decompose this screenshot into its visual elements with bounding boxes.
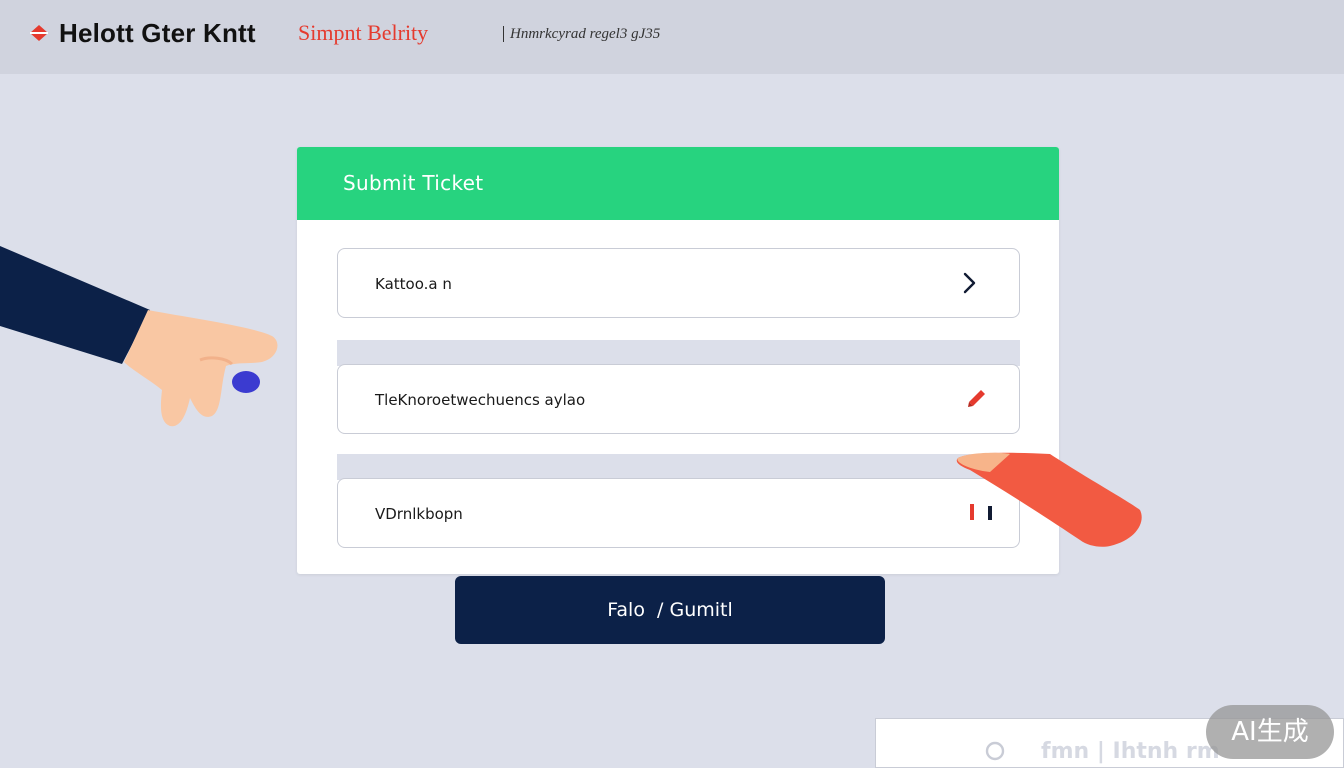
card-header: Submit Ticket	[297, 147, 1059, 220]
chevron-right-icon[interactable]	[958, 271, 982, 295]
field-separator-band	[337, 454, 1020, 480]
field-label: TleKnoroetwechuencs aylao	[375, 391, 586, 409]
topbar-caption: Hnmrkcyrad regel3 gJ35	[510, 26, 661, 42]
pointing-hand-illustration	[0, 246, 278, 427]
submit-button-label: Falo / Gumitl	[607, 599, 733, 621]
top-bar: Helott Gter Kntt Simpnt Belrity Hnmrkcyr…	[0, 0, 1344, 74]
field-separator-band	[337, 340, 1020, 366]
sleeve-illustration	[956, 452, 1142, 547]
pencil-icon[interactable]	[964, 387, 988, 411]
field-label: VDrnlkbopn	[375, 505, 463, 523]
diamond-logo-icon	[30, 25, 48, 41]
form-field-2[interactable]: TleKnoroetwechuencs aylao	[337, 364, 1020, 434]
topbar-divider	[503, 26, 504, 42]
card-title: Submit Ticket	[343, 171, 484, 195]
form-field-3[interactable]: VDrnlkbopn	[337, 478, 1020, 548]
submit-button[interactable]: Falo / Gumitl	[455, 576, 885, 644]
brand-name[interactable]: Helott Gter Kntt	[59, 18, 256, 49]
field-label: Kattoo.a n	[375, 275, 452, 293]
brand-subtitle[interactable]: Simpnt Belrity	[298, 20, 428, 46]
ticket-form-card: Submit Ticket Kattoo.a n TleKnoroetwechu…	[297, 147, 1059, 574]
circle-icon	[985, 741, 1005, 761]
bottom-panel-text: fmn | Ihtnh rm	[1041, 739, 1220, 764]
form-field-1[interactable]: Kattoo.a n	[337, 248, 1020, 318]
app-window: Helott Gter Kntt Simpnt Belrity Hnmrkcyr…	[0, 0, 1344, 768]
ai-generated-badge: AI生成	[1206, 705, 1334, 759]
